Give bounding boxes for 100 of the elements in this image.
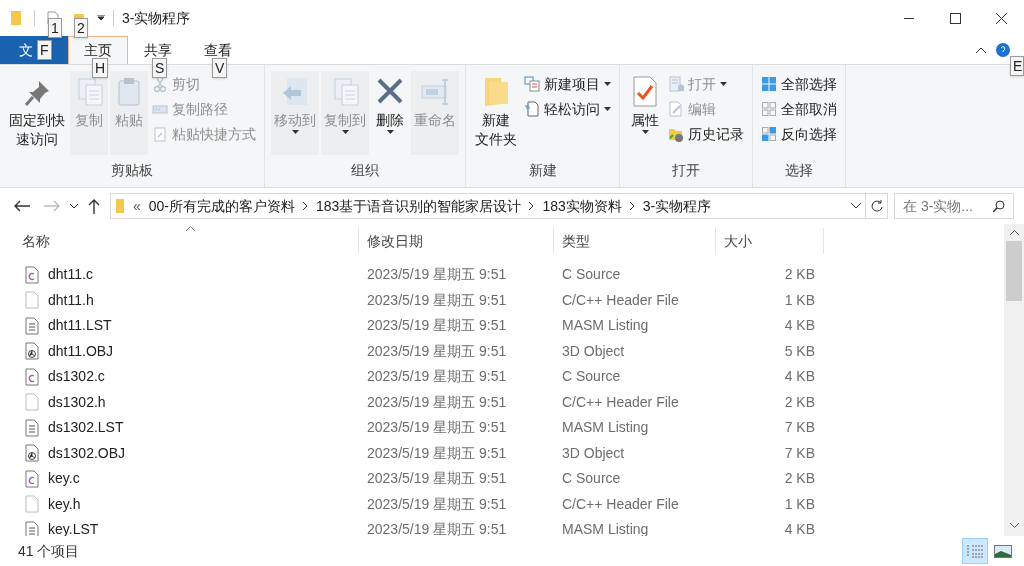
help-icon[interactable] — [996, 43, 1010, 57]
chevron-up-icon — [1009, 230, 1019, 235]
type-cell-text: C/C++ Header File — [561, 290, 680, 310]
blank-file-icon — [24, 291, 40, 310]
ribbon-tab[interactable]: 主页 — [68, 36, 128, 64]
scissors-icon — [152, 76, 168, 92]
date-cell-text: 2023/5/19 星期五 9:51 — [366, 290, 508, 310]
history-folder-icon — [668, 126, 684, 142]
blank-file-icon — [24, 393, 40, 412]
file-row[interactable]: key.c 2023/5/19 星期五 9:51 C Source 2 KB — [14, 466, 1004, 492]
blank-file-icon — [24, 495, 40, 514]
column-header[interactable]: 类型 — [554, 228, 716, 254]
file-row[interactable]: dht11.h 2023/5/19 星期五 9:51 C/C++ Header File 1 KB — [14, 287, 1004, 313]
size-cell-text: 4 KB — [783, 520, 816, 539]
file-name: ds1302.LST — [48, 418, 124, 438]
size-cell-text: 5 KB — [783, 341, 816, 361]
file-row[interactable]: dht11.c 2023/5/19 星期五 9:51 C Source 2 KB — [14, 262, 1004, 288]
cube-file-icon — [24, 342, 40, 361]
file-row[interactable]: ds1302.OBJ 2023/5/19 星期五 9:51 3D Object 7 KB — [14, 440, 1004, 466]
overflow-chevron[interactable]: « — [133, 195, 141, 217]
type-cell-text: MASM Listing — [561, 418, 650, 438]
chevron-right-icon — [629, 202, 635, 210]
details-view-icon — [966, 543, 984, 559]
file-row[interactable]: dht11.OBJ 2023/5/19 星期五 9:51 3D Object 5 KB — [14, 338, 1004, 364]
ribbon-button[interactable]: 固定到快 速访问 — [6, 71, 68, 155]
keytip: V — [212, 58, 228, 78]
type-cell-text: C/C++ Header File — [561, 392, 680, 412]
file-name: ds1302.OBJ — [48, 443, 126, 463]
scroll-thumb[interactable] — [1006, 241, 1022, 301]
caret-icon[interactable] — [97, 15, 105, 21]
column-header[interactable]: 修改日期 — [359, 228, 554, 254]
group-label: 新建 — [527, 161, 558, 180]
refresh-icon — [870, 200, 883, 212]
type-cell-text: C Source — [561, 469, 622, 489]
scrollbar[interactable] — [1004, 224, 1024, 536]
date-cell-text: 2023/5/19 星期五 9:51 — [366, 494, 508, 514]
ribbon-button[interactable]: 新建 文件夹 — [472, 71, 520, 155]
search-field[interactable]: 在 3-实物... — [894, 193, 1014, 219]
folder-icon — [115, 198, 125, 214]
date-cell-text: 2023/5/19 星期五 9:51 — [366, 392, 508, 412]
collapse-icon[interactable] — [976, 47, 986, 53]
file-row[interactable]: ds1302.LST 2023/5/19 星期五 9:51 MASM Listing 7 KB — [14, 415, 1004, 441]
item-count: 41 个项目 — [18, 541, 80, 561]
date-cell-text: 2023/5/19 星期五 9:51 — [366, 418, 508, 438]
c-file-icon — [24, 265, 40, 284]
size-cell-text: 2 KB — [783, 265, 816, 285]
keytip: 2 — [74, 18, 88, 38]
grid-icon — [761, 76, 777, 92]
file-row[interactable]: ds1302.c 2023/5/19 星期五 9:51 C Source 4 KB — [14, 364, 1004, 390]
file-name: dht11.h — [48, 290, 94, 310]
file-row[interactable]: key.h 2023/5/19 星期五 9:51 C/C++ Header File 1 KB — [14, 491, 1004, 517]
file-name: key.h — [48, 494, 81, 514]
group-label: 组织 — [350, 161, 380, 180]
keytip: H — [92, 58, 109, 78]
up-arrow-icon — [88, 198, 100, 214]
file-name: ds1302.c — [48, 367, 105, 387]
ribbon-button[interactable]: 全部取消 — [759, 98, 839, 120]
maximize-icon — [949, 12, 961, 24]
breadcrumb[interactable]: 3-实物程序 — [642, 195, 712, 217]
file-name: key.c — [48, 469, 80, 489]
file-row[interactable]: ds1302.h 2023/5/19 星期五 9:51 C/C++ Header File 2 KB — [14, 389, 1004, 415]
keytip: 1 — [48, 18, 62, 38]
ribbon-button[interactable]: 轻松访问 — [522, 98, 613, 120]
grid-icon — [761, 126, 777, 142]
type-cell-text: 3D Object — [561, 443, 626, 463]
breadcrumb[interactable]: 183实物资料 — [542, 195, 622, 217]
column-header[interactable]: 大小 — [716, 228, 824, 254]
file-name: dht11.c — [48, 265, 93, 285]
date-cell-text: 2023/5/19 星期五 9:51 — [366, 367, 508, 387]
address-field[interactable]: « 00-所有完成的客户资料 183基于语音识别的智能家居设计 183实物资料 3-实物程序 — [110, 193, 866, 219]
type-cell-text: C Source — [561, 367, 622, 387]
breadcrumb[interactable]: 00-所有完成的客户资料 — [148, 195, 296, 217]
window-title: 3-实物程序 — [122, 8, 191, 28]
column-header[interactable]: 名称 — [14, 228, 359, 254]
size-cell-text: 2 KB — [783, 392, 816, 412]
ribbon-button[interactable]: 反向选择 — [759, 123, 839, 145]
minimize-icon — [904, 17, 914, 19]
ribbon-button[interactable]: 属性 — [626, 71, 664, 155]
ribbon-button[interactable]: 删除 — [371, 71, 409, 155]
cube-file-icon — [24, 444, 40, 463]
ribbon-button[interactable]: 历史记录 — [666, 123, 746, 145]
chevron-down-icon — [70, 203, 78, 209]
ribbon-button[interactable]: 全部选择 — [759, 73, 839, 95]
chevron-down-icon — [1009, 523, 1019, 528]
ribbon-button[interactable]: 新建项目 — [522, 73, 613, 95]
file-row[interactable]: dht11.LST 2023/5/19 星期五 9:51 MASM Listing 4 KB — [14, 313, 1004, 339]
recent-button[interactable] — [70, 203, 78, 209]
page-icon — [524, 101, 540, 117]
size-cell-text: 7 KB — [783, 443, 816, 463]
breadcrumb[interactable]: 183基于语音识别的智能家居设计 — [316, 195, 522, 217]
chevron-right-icon — [529, 202, 535, 210]
chevron-down-icon[interactable] — [851, 203, 861, 209]
type-cell-text: 3D Object — [561, 341, 626, 361]
thumbnail-view-icon — [994, 544, 1012, 558]
refresh-button[interactable] — [866, 193, 888, 219]
text-file-icon — [24, 316, 40, 335]
forward-arrow-icon — [44, 200, 60, 212]
keytip: S — [152, 58, 168, 78]
type-cell-text: MASM Listing — [561, 316, 650, 336]
size-cell-text: 1 KB — [783, 494, 816, 514]
